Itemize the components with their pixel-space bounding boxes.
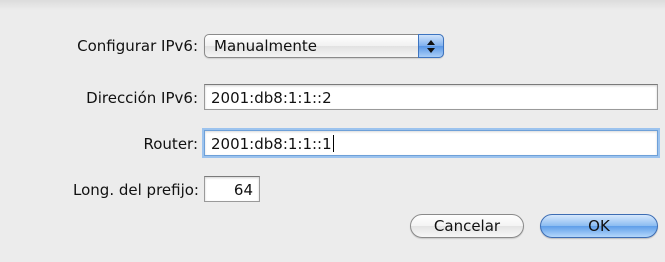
ipv6-configuration-sheet: Configurar IPv6: Manualmente Dirección I… — [0, 0, 665, 262]
prefix-length-row: Long. del prefijo: 64 — [0, 176, 665, 204]
up-down-arrows-icon — [418, 34, 444, 58]
ipv6-address-value: 2001:db8:1:1::2 — [211, 89, 332, 107]
router-label: Router: — [143, 135, 199, 153]
router-field[interactable]: 2001:db8:1:1::1 — [204, 130, 658, 156]
configure-ipv6-selected-value: Manualmente — [214, 37, 317, 55]
cancel-button[interactable]: Cancelar — [410, 214, 524, 238]
router-row: Router: 2001:db8:1:1::1 — [0, 130, 665, 158]
ipv6-address-row: Dirección IPv6: 2001:db8:1:1::2 — [0, 84, 665, 112]
arrow-down-icon — [427, 48, 435, 53]
router-value: 2001:db8:1:1::1 — [211, 135, 332, 153]
arrow-up-icon — [427, 40, 435, 45]
ok-button[interactable]: OK — [540, 214, 658, 238]
configure-ipv6-label: Configurar IPv6: — [77, 37, 198, 55]
prefix-length-value: 64 — [233, 181, 253, 199]
ipv6-address-field[interactable]: 2001:db8:1:1::2 — [204, 84, 658, 110]
sheet-top-edge — [0, 0, 665, 10]
ipv6-address-label: Dirección IPv6: — [86, 89, 198, 107]
prefix-length-field[interactable]: 64 — [204, 176, 260, 202]
configure-ipv6-row: Configurar IPv6: Manualmente — [0, 32, 665, 60]
text-cursor — [332, 135, 334, 152]
configure-ipv6-popup[interactable]: Manualmente — [204, 34, 444, 58]
prefix-length-label: Long. del prefijo: — [73, 181, 199, 199]
